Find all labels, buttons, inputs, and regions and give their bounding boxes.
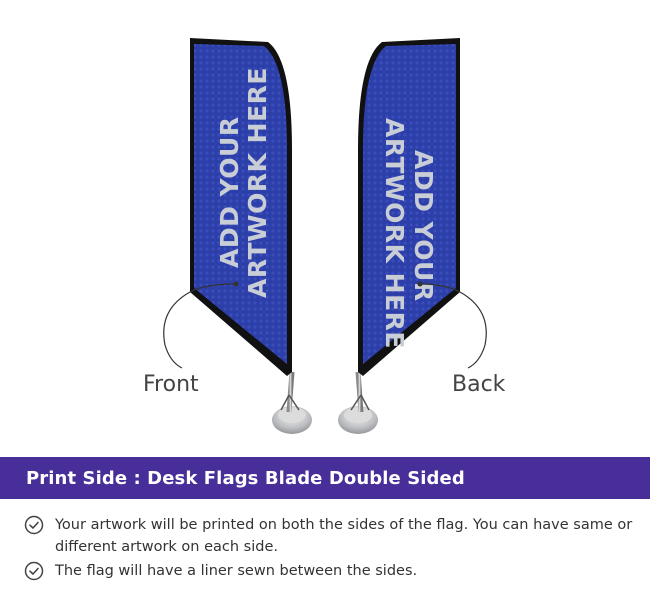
banner-title: Print Side : Desk Flags Blade Double Sid… <box>26 467 465 489</box>
feature-text: The flag will have a liner sewn between … <box>55 563 418 579</box>
flag-illustration: ADD YOUR ARTWORK HERE ADD YOUR ARTWORK H… <box>0 0 650 450</box>
back-stand <box>338 371 378 434</box>
print-side-banner: Print Side : Desk Flags Blade Double Sid… <box>0 457 650 499</box>
back-flag-line1: ADD YOUR <box>409 150 438 302</box>
front-flag-line1: ADD YOUR <box>215 116 244 268</box>
back-flag: ADD YOUR ARTWORK HERE <box>338 38 460 434</box>
front-flag-line2: ARTWORK HERE <box>243 67 272 298</box>
back-flag-line2: ARTWORK HERE <box>380 118 409 349</box>
front-label: Front <box>143 372 199 397</box>
feature-list: Your artwork will be printed on both the… <box>24 514 634 584</box>
back-label: Back <box>452 372 506 397</box>
front-stand <box>272 371 312 434</box>
check-circle-icon <box>24 561 44 581</box>
list-item: The flag will have a liner sewn between … <box>24 560 634 582</box>
feature-text: Your artwork will be printed on both the… <box>55 517 633 555</box>
check-circle-icon <box>24 515 44 535</box>
front-flag: ADD YOUR ARTWORK HERE <box>190 38 312 434</box>
list-item: Your artwork will be printed on both the… <box>24 514 634 558</box>
